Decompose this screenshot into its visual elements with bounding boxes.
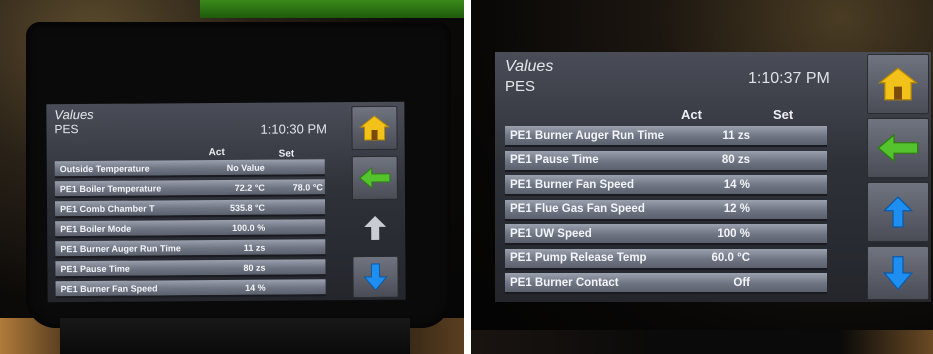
values-screen: Values PES 1:10:37 PM Act Set PE1 Burner… [495, 52, 931, 302]
back-arrow-icon [877, 133, 919, 163]
value-label: PE1 Comb Chamber T [60, 202, 155, 214]
device-top-edge [200, 0, 464, 18]
back-arrow-icon [359, 166, 391, 190]
list-item: PE1 Pause Time 80 zs [55, 259, 326, 279]
actual-value: No Value [226, 162, 265, 173]
page-title: Values [505, 58, 554, 75]
values-screen: Values PES 1:10:30 PM Act Set Outside Te… [46, 101, 406, 303]
list-item: PE1 UW Speed 100 % [505, 224, 827, 245]
actual-value: 100 % [717, 227, 750, 240]
list-item: PE1 Burner Fan Speed 14 % [505, 175, 827, 196]
photo-right: Values PES 1:10:37 PM Act Set PE1 Burner… [471, 0, 933, 354]
actual-value: 535.8 °C [229, 202, 266, 213]
column-header-set: Set [773, 107, 794, 122]
actual-value: 72.2 °C [234, 182, 265, 193]
background-surface [471, 330, 933, 354]
value-label: PE1 Boiler Mode [60, 223, 132, 234]
down-arrow-icon [883, 256, 913, 291]
actual-value: 12 % [723, 203, 750, 215]
list-item: PE1 Burner Auger Run Time 11 zs [505, 126, 827, 147]
value-label: PE1 Burner Auger Run Time [60, 242, 181, 254]
back-button[interactable] [867, 118, 929, 178]
home-icon [878, 67, 918, 101]
actual-value: 80 zs [721, 154, 750, 166]
value-label: PE1 Burner Contact [510, 276, 619, 289]
page-title: Values [54, 106, 94, 123]
list-item: Outside Temperature No Value [54, 159, 325, 179]
actual-value: Off [733, 276, 750, 289]
value-label: PE1 Boiler Temperature [59, 182, 162, 194]
list-item: PE1 Boiler Mode 100.0 % [55, 219, 326, 239]
value-label: PE1 Pause Time [510, 154, 599, 166]
column-header-act: Act [208, 147, 225, 159]
scroll-down-button[interactable] [352, 255, 399, 299]
page-subtitle: PES [54, 122, 79, 137]
actual-value: 14 % [245, 282, 266, 293]
list-item: PE1 Flue Gas Fan Speed 12 % [505, 199, 827, 221]
value-label: Outside Temperature [59, 163, 150, 174]
page-subtitle: PES [505, 78, 536, 95]
list-item: PE1 Burner Auger Run Time 11 zs [55, 239, 326, 259]
actual-value: 11 zs [243, 242, 266, 253]
scroll-down-button[interactable] [867, 246, 929, 300]
actual-value: 11 zs [722, 129, 751, 142]
value-label: PE1 Burner Fan Speed [510, 178, 634, 191]
column-header-act: Act [681, 107, 702, 122]
value-label: PE1 Pause Time [60, 263, 130, 274]
home-button[interactable] [867, 54, 929, 114]
actual-value: 100.0 % [232, 222, 266, 233]
list-item: PE1 Burner Fan Speed 14 % [55, 279, 326, 299]
photo-left: Values PES 1:10:30 PM Act Set Outside Te… [0, 0, 464, 354]
value-label: PE1 Burner Auger Run Time [510, 129, 665, 142]
value-label: PE1 Burner Fan Speed [60, 282, 158, 294]
actual-value: 14 % [723, 178, 750, 191]
list-item: PE1 Pump Release Temp 60.0 °C [505, 248, 827, 270]
clock: 1:10:30 PM [260, 121, 328, 137]
up-arrow-icon [364, 215, 387, 240]
scroll-up-button[interactable] [352, 206, 398, 250]
list-item: PE1 Pause Time 80 zs [505, 150, 827, 172]
actual-value: 80 zs [243, 262, 266, 273]
actual-value: 60.0 °C [711, 252, 750, 264]
home-button[interactable] [351, 105, 398, 151]
up-arrow-icon [883, 196, 913, 228]
list-item: PE1 Boiler Temperature 72.2 °C 78.0 °C [54, 179, 325, 199]
back-button[interactable] [351, 155, 398, 201]
image-divider [464, 0, 471, 354]
set-value: 78.0 °C [292, 181, 323, 193]
value-label: PE1 Flue Gas Fan Speed [510, 203, 645, 215]
list-item: PE1 Comb Chamber T 535.8 °C [54, 199, 326, 219]
value-label: PE1 Pump Release Temp [510, 252, 647, 264]
scroll-up-button[interactable] [867, 182, 929, 242]
clock: 1:10:37 PM [748, 70, 830, 87]
down-arrow-icon [363, 263, 388, 291]
list-item: PE1 Burner Contact Off [505, 273, 827, 294]
device-stand [60, 318, 410, 354]
home-icon [359, 115, 390, 141]
column-header-set: Set [278, 148, 295, 160]
value-label: PE1 UW Speed [510, 227, 592, 240]
